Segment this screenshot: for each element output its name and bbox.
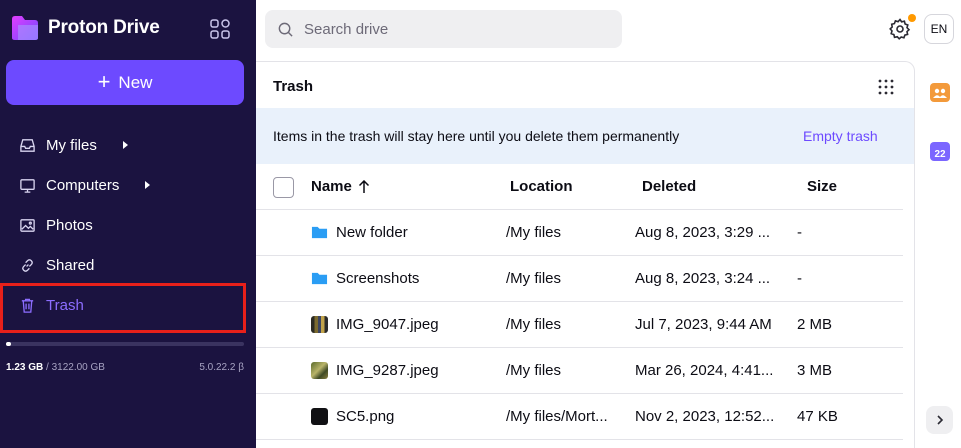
row-size: 2 MB (797, 316, 833, 333)
table-header: Name Location Deleted Size (256, 164, 903, 210)
new-button-label: New (118, 72, 153, 92)
row-name: IMG_9287.jpeg (336, 362, 439, 379)
expand-rail-button[interactable] (926, 406, 953, 434)
link-icon (22, 258, 33, 272)
image-icon (20, 218, 35, 232)
table-row[interactable]: Screenshots /My files Aug 8, 2023, 3:24 … (256, 256, 903, 302)
proton-drive-logo-icon (12, 16, 38, 40)
brand[interactable]: Proton Drive (10, 14, 160, 42)
row-size: 47 KB (797, 408, 838, 425)
apps-grid-icon[interactable] (209, 18, 231, 40)
storage-used: 1.23 GB (6, 362, 44, 373)
search-input[interactable] (304, 20, 604, 38)
layout-grid-icon[interactable] (877, 78, 895, 96)
table-row[interactable]: SC5.png /My files/Mort... Nov 2, 2023, 1… (256, 394, 903, 440)
table-row[interactable]: IMG_9287.jpeg /My files Mar 26, 2024, 4:… (256, 348, 903, 394)
notification-dot (908, 14, 916, 22)
sidebar-nav: My files Computers Photos Shared Trash (0, 125, 256, 325)
sidebar-item-label: Shared (46, 256, 95, 274)
storage-bar-fill (6, 342, 11, 346)
row-size: - (797, 270, 802, 287)
chevron-right-icon[interactable] (145, 181, 151, 189)
app-version: 5.0.22.2 β (199, 362, 244, 373)
search-icon (278, 22, 293, 37)
folder-icon (311, 272, 328, 285)
folder-icon (311, 226, 328, 239)
column-header-location[interactable]: Location (510, 178, 573, 195)
column-header-label: Name (311, 178, 352, 195)
page-title: Trash (273, 78, 314, 95)
sidebar-item-label: Photos (46, 216, 93, 234)
sidebar-item-label: Computers (46, 176, 120, 194)
chevron-right-icon (936, 415, 943, 425)
column-header-name[interactable]: Name (311, 178, 370, 195)
row-deleted: Jul 7, 2023, 9:44 AM (635, 316, 772, 333)
table-row[interactable]: New folder /My files Aug 8, 2023, 3:29 .… (256, 210, 903, 256)
select-all-checkbox[interactable] (273, 177, 294, 198)
row-deleted: Aug 8, 2023, 3:24 ... (635, 270, 771, 287)
chevron-right-icon[interactable] (122, 141, 128, 149)
row-deleted: Aug 8, 2023, 3:29 ... (635, 224, 771, 241)
row-size: 3 MB (797, 362, 833, 379)
sidebar-item-trash[interactable]: Trash (0, 285, 256, 325)
column-header-deleted[interactable]: Deleted (642, 178, 696, 195)
sidebar-item-my-files[interactable]: My files (0, 125, 256, 165)
brand-name: Proton Drive (48, 17, 160, 38)
table-row[interactable]: IMG_9047.jpeg /My files Jul 7, 2023, 9:4… (256, 302, 903, 348)
main-panel: Trash Items in the trash will stay here … (256, 61, 915, 448)
storage-bar (6, 342, 244, 346)
row-location: /My files (506, 316, 562, 333)
row-name: New folder (336, 224, 408, 241)
row-location: /My files (506, 362, 562, 379)
image-thumbnail (311, 408, 328, 425)
row-deleted: Nov 2, 2023, 12:52... (635, 408, 775, 425)
row-location: /My files (506, 224, 562, 241)
row-size: - (797, 224, 802, 241)
empty-trash-button[interactable]: Empty trash (803, 128, 878, 144)
storage-total: / 3122.00 GB (43, 362, 105, 373)
trash-info-banner: Items in the trash will stay here until … (256, 108, 914, 164)
row-name: Screenshots (336, 270, 420, 287)
image-thumbnail (311, 362, 328, 379)
sort-ascending-icon (358, 179, 369, 193)
row-name: IMG_9047.jpeg (336, 316, 439, 333)
sidebar-item-shared[interactable]: Shared (0, 245, 256, 285)
sidebar: Proton Drive + New My files Computers Ph… (0, 0, 256, 448)
new-button[interactable]: + New (6, 60, 244, 105)
inbox-icon (20, 138, 35, 152)
row-name: SC5.png (336, 408, 395, 425)
sidebar-item-label: My files (46, 136, 97, 154)
sidebar-item-computers[interactable]: Computers (0, 165, 256, 205)
column-header-size[interactable]: Size (807, 178, 837, 195)
monitor-icon (20, 178, 35, 193)
image-thumbnail (311, 316, 328, 333)
search-bar[interactable] (265, 10, 622, 48)
banner-text: Items in the trash will stay here until … (273, 128, 680, 144)
row-deleted: Mar 26, 2024, 4:41... (635, 362, 774, 379)
plus-icon: + (97, 68, 111, 94)
sidebar-item-photos[interactable]: Photos (0, 205, 256, 245)
contacts-app-icon[interactable] (930, 83, 950, 102)
row-location: /My files (506, 270, 562, 287)
sidebar-item-label: Trash (46, 296, 84, 314)
storage-usage: 1.23 GB / 3122.00 GB (6, 362, 105, 373)
calendar-app-icon[interactable]: 22 (930, 142, 950, 161)
trash-icon (21, 298, 34, 313)
language-button[interactable]: EN (924, 14, 954, 44)
row-location: /My files/Mort... (506, 408, 608, 425)
